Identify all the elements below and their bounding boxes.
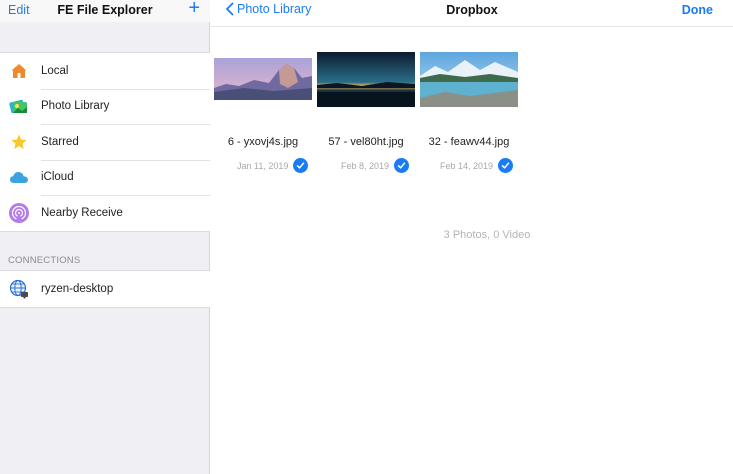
sidebar-item-starred[interactable]: Starred bbox=[0, 124, 210, 160]
globe-icon bbox=[9, 279, 29, 299]
sidebar-item-nearby-receive[interactable]: Nearby Receive bbox=[0, 195, 210, 231]
airdrop-icon bbox=[9, 202, 29, 223]
photo-thumbnail[interactable] bbox=[214, 58, 312, 100]
places-list: Local Photo Library Starred iCloud Nearb… bbox=[0, 52, 210, 232]
photo-date-row: Feb 14, 2019 bbox=[440, 158, 514, 173]
house-icon bbox=[9, 61, 29, 81]
sidebar-item-label: Starred bbox=[41, 135, 79, 148]
sidebar-item-label: Photo Library bbox=[41, 100, 110, 113]
checkmark-icon[interactable] bbox=[293, 158, 309, 173]
connection-label: ryzen-desktop bbox=[41, 282, 114, 295]
add-button[interactable]: + bbox=[188, 0, 200, 20]
connection-item-ryzen-desktop[interactable]: ryzen-desktop bbox=[0, 271, 210, 307]
photo-filename: 32 - feawv44.jpg bbox=[428, 136, 510, 148]
main-nav-bar: Photo Library Dropbox Done bbox=[211, 0, 733, 27]
photo-thumbnail[interactable] bbox=[317, 52, 415, 107]
main-panel: Photo Library Dropbox Done 6 - yxovj4s.j… bbox=[211, 0, 733, 474]
app-title: FE File Explorer bbox=[57, 3, 153, 17]
checkmark-icon[interactable] bbox=[394, 158, 410, 173]
photos-icon bbox=[9, 96, 29, 116]
photo-date: Feb 8, 2019 bbox=[341, 160, 390, 171]
photo-date: Jan 11, 2019 bbox=[237, 160, 289, 171]
sidebar-item-label: iCloud bbox=[41, 171, 74, 184]
checkmark-icon[interactable] bbox=[498, 158, 514, 173]
photo-filename: 6 - yxovj4s.jpg bbox=[227, 136, 299, 148]
photo-date-row: Jan 11, 2019 bbox=[237, 158, 309, 173]
connections-list: ryzen-desktop bbox=[0, 270, 210, 308]
photo-filename: 57 - vel80ht.jpg bbox=[328, 136, 404, 148]
page-title: Dropbox bbox=[446, 3, 498, 17]
sidebar-item-label: Local bbox=[41, 64, 69, 77]
done-button[interactable]: Done bbox=[682, 3, 713, 17]
photo-date: Feb 14, 2019 bbox=[440, 160, 494, 171]
sidebar-item-label: Nearby Receive bbox=[41, 206, 123, 219]
photo-count-summary: 3 Photos, 0 Video bbox=[443, 229, 531, 241]
star-icon bbox=[9, 132, 29, 152]
connections-header: CONNECTIONS bbox=[8, 255, 81, 266]
sidebar-nav-bar: Edit FE File Explorer + bbox=[0, 0, 210, 22]
photo-date-row: Feb 8, 2019 bbox=[341, 158, 410, 173]
sidebar: Edit FE File Explorer + Local Photo Libr… bbox=[0, 0, 210, 474]
sidebar-item-local[interactable]: Local bbox=[0, 53, 210, 89]
photo-thumbnail[interactable] bbox=[420, 52, 518, 107]
sidebar-item-icloud[interactable]: iCloud bbox=[0, 159, 210, 196]
cloud-icon bbox=[9, 167, 29, 187]
sidebar-item-photo-library[interactable]: Photo Library bbox=[0, 88, 210, 125]
